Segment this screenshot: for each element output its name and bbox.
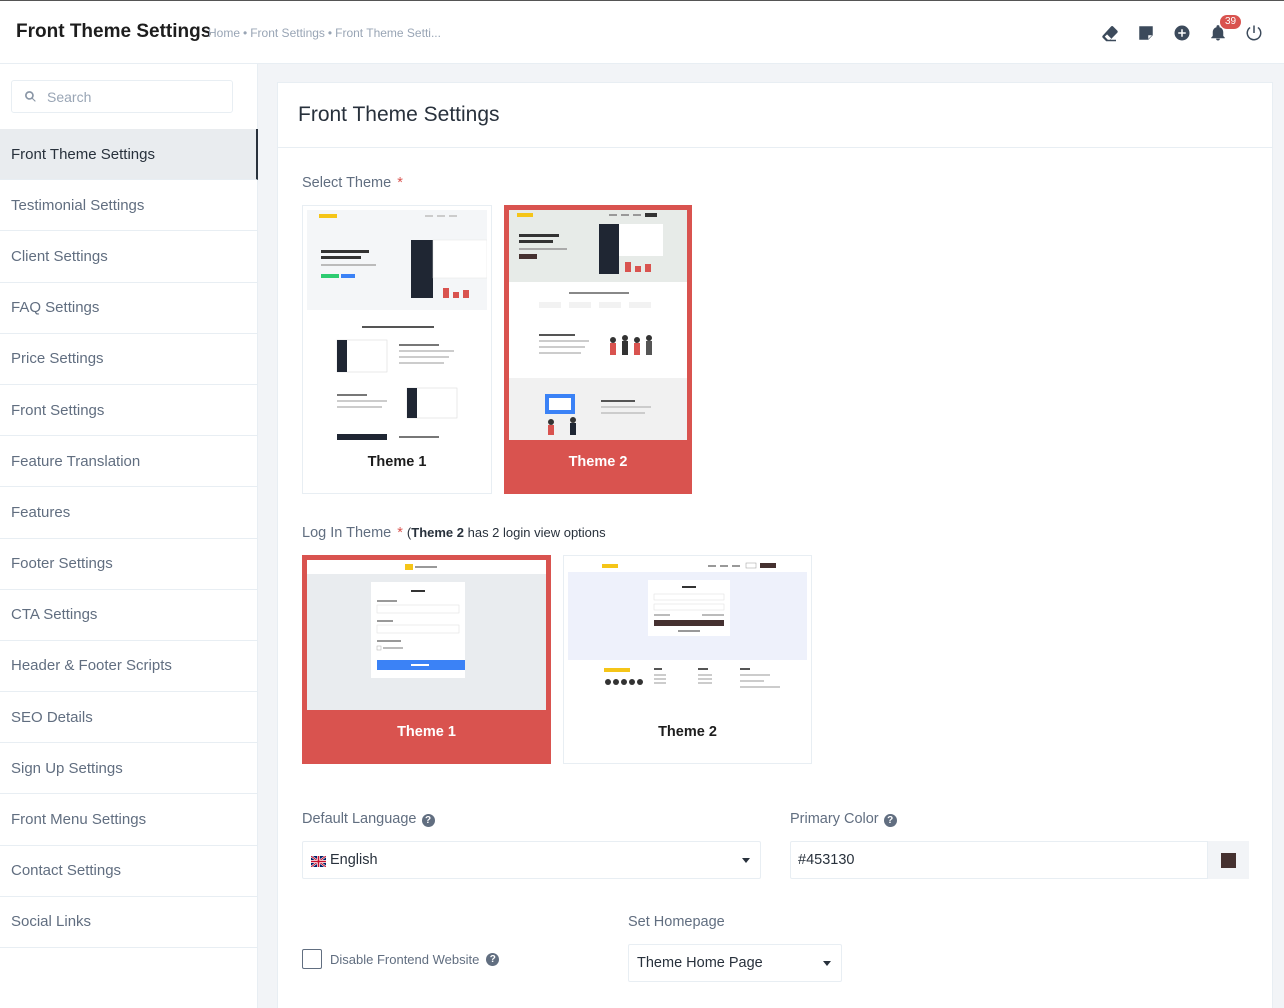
sidebar-item-feature-translation[interactable]: Feature Translation <box>0 436 258 488</box>
sidebar-item-seo-details[interactable]: SEO Details <box>0 692 258 744</box>
login-theme-note: (Theme 2 has 2 login view options <box>407 525 606 540</box>
login-theme-label: Log In Theme * (Theme 2 has 2 login view … <box>302 525 606 541</box>
primary-color-value: #453130 <box>798 852 855 868</box>
color-picker-button[interactable] <box>1207 841 1249 879</box>
login-note-rest: has 2 login view options <box>464 525 606 540</box>
top-header: Front Theme Settings Home • Front Settings… <box>0 0 1284 64</box>
login-theme-2-option[interactable]: Theme 2 <box>563 555 812 764</box>
theme-2-preview-image <box>509 210 687 440</box>
chevron-down-icon <box>823 961 831 966</box>
sidebar-item-front-menu-settings[interactable]: Front Menu Settings <box>0 794 258 846</box>
sidebar-item-contact-settings[interactable]: Contact Settings <box>0 846 258 897</box>
sidebar-item-price-settings[interactable]: Price Settings <box>0 334 258 385</box>
login-note-bold: Theme 2 <box>411 525 464 540</box>
sidebar-item-front-settings[interactable]: Front Settings <box>0 385 258 437</box>
breadcrumb-current: Front Theme Setti... <box>335 26 441 40</box>
header-actions: 39 <box>1092 15 1272 45</box>
default-language-label-text: Default Language <box>302 811 417 827</box>
set-homepage-value: Theme Home Page <box>637 955 763 971</box>
sidebar-item-front-theme-settings[interactable]: Front Theme Settings <box>0 129 258 181</box>
search-icon <box>25 91 36 102</box>
eraser-icon[interactable] <box>1092 21 1128 45</box>
color-swatch <box>1221 852 1236 868</box>
required-mark: * <box>397 525 403 541</box>
primary-color-input[interactable]: #453130 <box>790 841 1249 879</box>
login-theme-1-preview-image <box>307 560 546 710</box>
theme-2-caption: Theme 2 <box>568 454 628 470</box>
plus-circle-icon[interactable] <box>1164 21 1200 45</box>
breadcrumb-home[interactable]: Home <box>208 26 240 40</box>
sidebar-menu: Front Theme Settings Testimonial Setting… <box>0 129 258 948</box>
primary-color-label-text: Primary Color <box>790 811 879 827</box>
set-homepage-select[interactable]: Theme Home Page <box>628 944 842 982</box>
sidebar-search <box>11 80 233 113</box>
card-title: Front Theme Settings <box>278 83 1272 148</box>
disable-frontend-checkbox[interactable] <box>302 949 322 969</box>
sidebar-item-features[interactable]: Features <box>0 487 258 539</box>
search-input[interactable] <box>47 88 217 105</box>
sidebar-item-social-links[interactable]: Social Links <box>0 897 258 948</box>
sticky-note-icon[interactable] <box>1128 21 1164 45</box>
primary-color-label: Primary Color? <box>790 811 897 827</box>
login-theme-1-caption: Theme 1 <box>397 724 456 740</box>
page-title: Front Theme Settings <box>16 21 212 42</box>
theme-1-caption: Theme 1 <box>367 454 427 470</box>
settings-card: Front Theme Settings Select Theme * Them… <box>277 82 1273 1008</box>
theme-1-preview-image <box>307 210 487 440</box>
default-language-select[interactable]: English <box>302 841 761 879</box>
sidebar-item-testimonial-settings[interactable]: Testimonial Settings <box>0 180 258 232</box>
login-theme-2-preview-image <box>568 560 807 710</box>
bell-icon[interactable]: 39 <box>1200 15 1242 45</box>
sidebar-item-sign-up-settings[interactable]: Sign Up Settings <box>0 743 258 795</box>
breadcrumb-front-settings[interactable]: Front Settings <box>250 26 325 40</box>
login-theme-2-caption: Theme 2 <box>658 724 717 740</box>
sidebar-item-client-settings[interactable]: Client Settings <box>0 231 258 283</box>
login-theme-1-option[interactable]: Theme 1 <box>302 555 551 764</box>
sidebar-item-cta-settings[interactable]: CTA Settings <box>0 590 258 641</box>
help-icon[interactable]: ? <box>883 814 897 827</box>
disable-frontend-label: Disable Frontend Website <box>330 951 480 967</box>
help-icon[interactable]: ? <box>486 952 500 966</box>
sidebar-item-faq-settings[interactable]: FAQ Settings <box>0 283 258 334</box>
default-language-label: Default Language? <box>302 811 435 827</box>
help-icon[interactable]: ? <box>421 814 435 827</box>
breadcrumb: Home • Front Settings • Front Theme Setti... <box>208 26 441 40</box>
sidebar-item-header-footer-scripts[interactable]: Header & Footer Scripts <box>0 641 258 693</box>
chevron-down-icon <box>742 858 750 863</box>
login-theme-label-text: Log In Theme <box>302 525 392 541</box>
theme-2-option[interactable]: Theme 2 <box>504 205 692 494</box>
disable-frontend-row: Disable Frontend Website ? <box>302 949 500 969</box>
required-mark: * <box>397 175 403 191</box>
select-theme-label: Select Theme * <box>302 175 403 191</box>
theme-1-option[interactable]: Theme 1 <box>302 205 492 494</box>
sidebar-item-footer-settings[interactable]: Footer Settings <box>0 539 258 590</box>
default-language-value: English <box>330 852 378 868</box>
power-icon[interactable] <box>1236 21 1272 45</box>
set-homepage-label: Set Homepage <box>628 914 725 930</box>
settings-sidebar: Front Theme Settings Testimonial Setting… <box>0 64 258 1008</box>
uk-flag-icon <box>310 854 327 868</box>
select-theme-label-text: Select Theme <box>302 175 392 191</box>
